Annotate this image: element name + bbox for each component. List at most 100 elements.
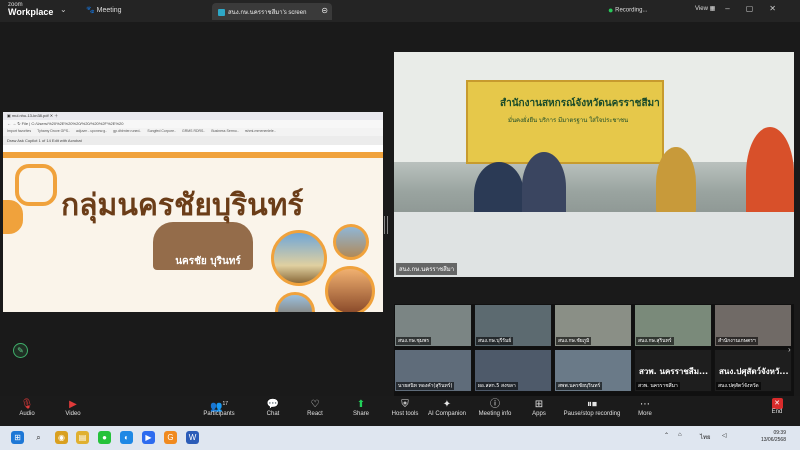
close-icon[interactable]: ✕ [769, 4, 792, 13]
bookmark-item[interactable]: adjuvm - upcnew.g.. [76, 129, 107, 133]
meeting-info-button[interactable]: ⓘ Meeting info [470, 398, 520, 417]
bookmark-item[interactable]: rshmi-mrnenenlele.. [245, 129, 276, 133]
end-button[interactable]: ✕ End [752, 398, 800, 415]
participant-name-label: สนง.กษ.ชุมพร [396, 337, 432, 345]
video-label: Video [65, 411, 81, 417]
foxit-icon[interactable]: G [164, 431, 177, 444]
pdf-toolbar: Draw Ask Copilot 1 of 14 Edit with Acrob… [3, 136, 383, 145]
apps-button[interactable]: ⊞ Apps [514, 398, 564, 417]
participant-tile[interactable]: ผอ.สสก.5 สงขลา [474, 349, 552, 392]
participant-name-large: สนง.ปศุสัตว์จังหวั... [719, 367, 789, 376]
more-options-icon[interactable]: ⊝ [321, 6, 328, 15]
active-speaker-video[interactable]: สำนักงานสหกรณ์จังหวัดนครราชสีมา มั่นคงยั… [394, 52, 794, 277]
share-screen-tab[interactable]: สนง.กษ.นครราชสีมา's screen ⊝ [212, 3, 332, 20]
participant-name-label: สนง.กษ.บุรีรัมย์ [476, 337, 514, 345]
speaker-name-label: สนง.กษ.นครราชสีมา [396, 263, 458, 275]
address-text[interactable]: C:/Users/%20%2E%20%20/%20/%20%2F%2E%20 [31, 121, 123, 126]
participant-name-label: สนง.กษ.ชัยภูมิ [556, 337, 592, 345]
pdf-tab-label[interactable]: mul.nhu-13-kn38.pdf [12, 113, 49, 118]
file-explorer-icon[interactable]: ▤ [76, 431, 89, 444]
windows-start-icon[interactable]: ⊞ [11, 431, 24, 444]
split-resize-handle[interactable] [384, 216, 388, 234]
network-icon[interactable]: ⌂ [678, 432, 682, 438]
info-icon: ⓘ [490, 399, 500, 410]
react-label: React [307, 411, 323, 417]
volume-icon[interactable]: ◁ [722, 432, 727, 439]
pause-stop-icon: ⏸⏹ [587, 399, 597, 410]
share-button[interactable]: ⬆ Share [336, 398, 386, 417]
line-icon[interactable]: ● [98, 431, 111, 444]
participant-name-label: สวพ. นครราชสีมา [636, 382, 680, 390]
bookmark-item[interactable]: gp.dhlrnier.runed.. [113, 129, 141, 133]
language-indicator[interactable]: ไทย [700, 432, 711, 442]
window-controls: –▢✕ [725, 4, 792, 13]
record-label: Pause/stop recording [563, 411, 621, 417]
chrome-icon[interactable]: ◉ [55, 431, 68, 444]
zoom-window: zoom Workplace ⌄ 🐾 Meeting สนง.กษ.นครราช… [0, 0, 800, 450]
chevron-down-icon[interactable]: ⌄ [60, 5, 67, 14]
participant-tile[interactable]: สำนักงานเกษตรฯ [714, 304, 792, 347]
host-tools-label: Host tools [391, 411, 419, 417]
meeting-tab[interactable]: 🐾 Meeting [86, 6, 122, 14]
participant-name-label: สนง.กษ.สุรินทร์ [636, 337, 674, 345]
ruins-photo [275, 292, 315, 312]
word-icon[interactable]: W [186, 431, 199, 444]
chevron-right-icon[interactable]: › [788, 345, 791, 354]
ai-companion-button[interactable]: ✦ AI Companion [422, 398, 472, 417]
bookmark-item[interactable]: Import favorites [7, 129, 31, 133]
bookmark-item[interactable]: Tyhamy Drove GPS.. [37, 129, 70, 133]
participant-tile[interactable]: นายสนิท ทองคำ(สุรินทร์) [394, 349, 472, 392]
annotate-pen-icon[interactable]: ✎ [13, 343, 28, 358]
participant-count: 17 [222, 401, 228, 407]
date: 13/06/2568 [760, 436, 786, 443]
participant-name-label: นายสนิท ทองคำ(สุรินทร์) [396, 382, 455, 390]
bookmark-item[interactable]: Business Sermo.. [211, 129, 238, 133]
apps-label: Apps [532, 411, 546, 417]
bookmark-item[interactable]: Sungfed Corpore.. [147, 129, 176, 133]
participant-tile[interactable]: สนง.กษ.สุรินทร์ [634, 304, 712, 347]
edge-icon[interactable]: ◐ [120, 431, 133, 444]
time: 09:39 [773, 430, 786, 436]
audio-button[interactable]: 🎙 Audio [2, 398, 52, 417]
participant-tile[interactable]: สนง.กษ.ชุมพร [394, 304, 472, 347]
bookmark-item[interactable]: GRMS RDRS.. [182, 129, 205, 133]
participant-name-label: ผอ.สสก.5 สงขลา [476, 382, 518, 390]
video-button[interactable]: ▶ Video [48, 398, 98, 417]
ai-companion-label: AI Companion [427, 411, 467, 417]
participants-button[interactable]: 👥17 Participants [194, 398, 244, 417]
minimize-icon[interactable]: – [725, 4, 745, 13]
system-clock[interactable]: 09:39 13/06/2568 [761, 430, 786, 443]
banner-title: สำนักงานสหกรณ์จังหวัดนครราชสีมา [500, 98, 660, 109]
browser-tab-strip: ▣ mul.nhu-13-kn38.pdf ✕ ＋ [3, 112, 383, 120]
participants-icon: 👥17 [209, 401, 228, 413]
browser-address-bar: ← → ↻ File | C:/Users/%20%2E%20%20/%20/%… [3, 120, 383, 128]
gallery-strip: สนง.กษ.ชุมพร สนง.กษ.บุรีรัมย์ สนง.กษ.ชัยภู… [394, 304, 794, 396]
participant-tile[interactable]: สวพ. นครราชสีม... สวพ. นครราชสีมา [634, 349, 712, 392]
view-button[interactable]: View ▦ [695, 5, 715, 12]
participant-name-label: สพพ.นครชัยบุรินทร์ [556, 382, 603, 390]
participant-tile[interactable]: สนง.กษ.บุรีรัมย์ [474, 304, 552, 347]
more-button[interactable]: ⋯ More [620, 398, 670, 417]
pdf-tools-text[interactable]: Draw Ask Copilot 1 of 14 Edit with Acrob… [7, 138, 82, 143]
logo-bottom-text: Workplace [8, 7, 54, 17]
view-label: View [695, 6, 708, 12]
record-button[interactable]: ⏸⏹ Pause/stop recording [562, 398, 622, 417]
participant-tile[interactable]: สพพ.นครชัยบุรินทร์ [554, 349, 632, 392]
presentation-slide: กลุ่มนครชัยบุรินทร์ นครชัย บุรินทร์ [3, 152, 383, 312]
bookmarks-bar: Import favorites Tyhamy Drove GPS.. adjuvm… [3, 128, 383, 136]
participant-tile[interactable]: สนง.กษ.ชัยภูมิ [554, 304, 632, 347]
meeting-info-label: Meeting info [478, 411, 512, 417]
chevron-up-icon[interactable]: ⌃ [664, 432, 669, 439]
banner-subtitle: มั่นคงยั่งยืน บริการ มีมาตรฐาน ใส่ใจประช… [508, 117, 629, 124]
search-icon[interactable]: ⌕ [32, 431, 45, 444]
participant-name-label: สนง.ปศุสัตว์จังหวัด [716, 382, 761, 390]
restore-icon[interactable]: ▢ [746, 4, 770, 13]
react-button[interactable]: ♡ React [290, 398, 340, 417]
more-label: More [638, 411, 652, 417]
recording-indicator[interactable]: ● Recording... [608, 5, 647, 15]
share-up-arrow-icon: ⬆ [356, 399, 366, 410]
participant-figure [656, 147, 696, 219]
participant-tile[interactable]: สนง.ปศุสัตว์จังหวั... สนง.ปศุสัตว์จังหวัด [714, 349, 792, 392]
zoom-app-icon[interactable]: ▶ [142, 431, 155, 444]
slide-stripe [3, 152, 383, 158]
